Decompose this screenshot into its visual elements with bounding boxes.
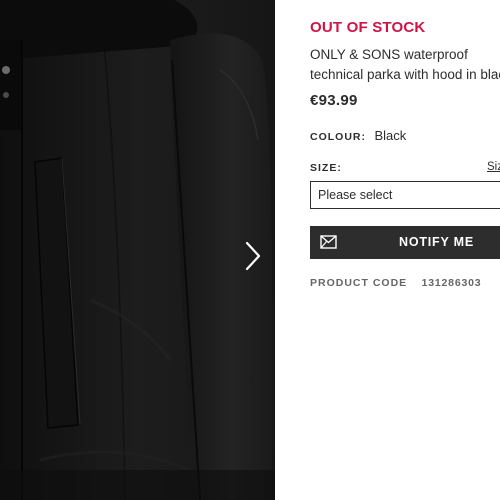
- product-code-value: 131286303: [421, 277, 482, 289]
- stock-status: OUT OF STOCK: [310, 19, 426, 36]
- size-guide-link[interactable]: Size Guide: [487, 161, 500, 173]
- notify-me-button[interactable]: NOTIFY ME: [310, 226, 500, 259]
- product-image-gallery: [0, 0, 275, 500]
- product-title-line: ONLY & SONS waterproof: [310, 47, 468, 62]
- chevron-right-icon: [245, 241, 261, 271]
- product-price: €93.99: [310, 92, 358, 109]
- notify-me-label: NOTIFY ME: [399, 235, 475, 249]
- size-select-value: Please select: [318, 188, 393, 202]
- product-code: PRODUCT CODE 131286303: [310, 273, 481, 291]
- colour-label: COLOUR:: [310, 131, 366, 143]
- size-select[interactable]: Please select: [310, 181, 500, 209]
- mail-icon: [320, 235, 337, 249]
- product-photo: [0, 0, 275, 500]
- product-title: ONLY & SONS waterproof technical parka w…: [310, 45, 500, 85]
- product-info-panel: OUT OF STOCK ONLY & SONS waterproof tech…: [310, 0, 500, 500]
- product-title-line: technical parka with hood in black: [310, 67, 500, 82]
- colour-value: Black: [374, 128, 407, 143]
- colour-row: COLOUR: Black: [310, 127, 406, 145]
- next-image-button[interactable]: [238, 238, 268, 274]
- size-label: SIZE:: [310, 162, 342, 174]
- product-code-label: PRODUCT CODE: [310, 277, 408, 289]
